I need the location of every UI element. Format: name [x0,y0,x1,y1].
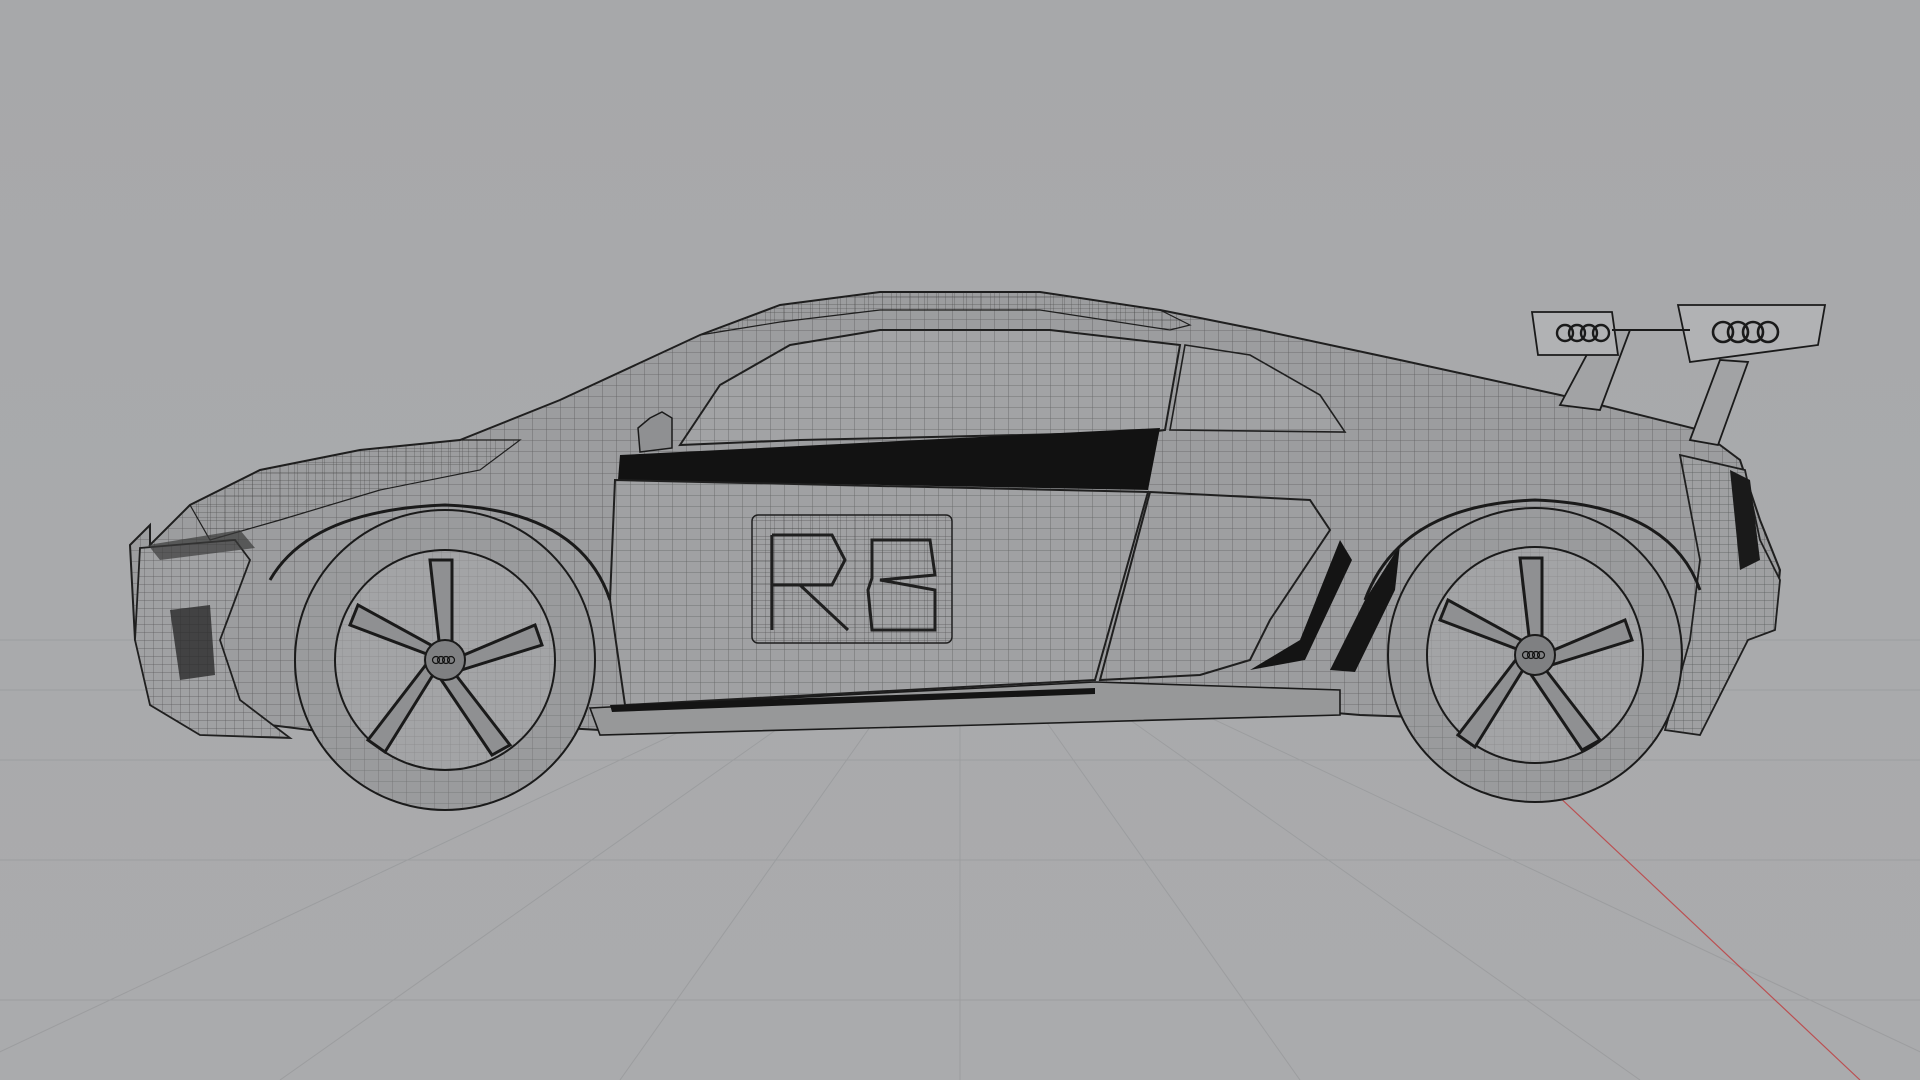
r8-lettering-decal [751,514,953,644]
wing-endplate-right [1676,304,1827,364]
front-wheel [294,509,596,811]
3d-viewport[interactable] [0,0,1920,1080]
sports-car-model[interactable] [128,291,1827,811]
x-axis-line [1519,759,1861,1080]
wing-endplate-left [1530,311,1620,356]
rear-wheel [1387,507,1683,803]
